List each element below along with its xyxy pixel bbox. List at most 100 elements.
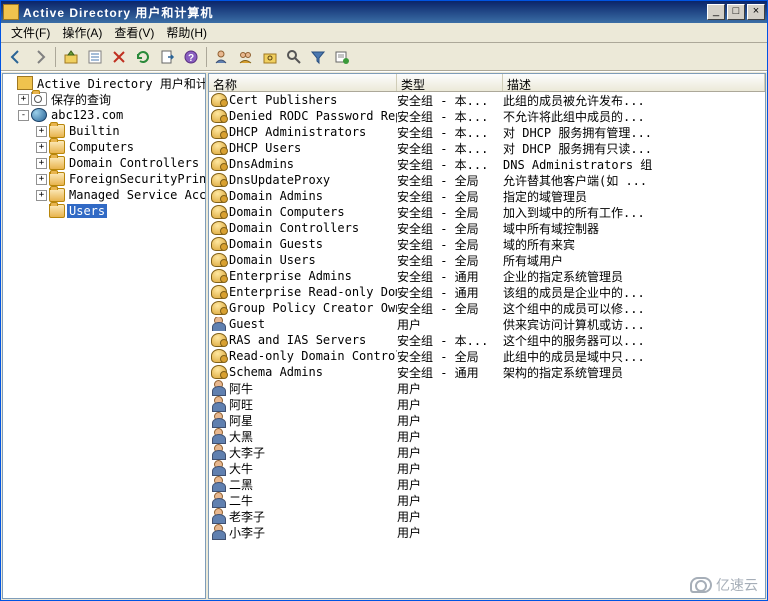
list-row[interactable]: Domain Controllers安全组 - 全局域中所有域控制器	[209, 220, 765, 236]
user-icon	[211, 509, 227, 523]
list-row[interactable]: Enterprise Read-only Dom...安全组 - 通用该组的成员…	[209, 284, 765, 300]
item-desc: 该组的成员是企业中的...	[503, 284, 765, 301]
app-icon	[3, 4, 19, 20]
list-body[interactable]: Cert Publishers安全组 - 本...此组的成员被允许发布...De…	[209, 92, 765, 598]
menu-view[interactable]: 查看(V)	[108, 23, 160, 42]
item-name: DnsUpdateProxy	[229, 173, 330, 187]
folder-icon	[49, 156, 65, 170]
item-type: 安全组 - 本...	[397, 124, 503, 141]
list-row[interactable]: Schema Admins安全组 - 通用架构的指定系统管理员	[209, 364, 765, 380]
list-row[interactable]: RAS and IAS Servers安全组 - 本...这个组中的服务器可以.…	[209, 332, 765, 348]
list-row[interactable]: Denied RODC Password Rep...安全组 - 本...不允许…	[209, 108, 765, 124]
list-row[interactable]: DHCP Administrators安全组 - 本...对 DHCP 服务拥有…	[209, 124, 765, 140]
item-name: Domain Admins	[229, 189, 323, 203]
group-icon	[211, 125, 227, 139]
item-name: DnsAdmins	[229, 157, 294, 171]
maximize-button[interactable]: □	[727, 4, 745, 20]
column-name[interactable]: 名称	[209, 74, 397, 91]
properties-button[interactable]	[84, 46, 106, 68]
refresh-button[interactable]	[132, 46, 154, 68]
list-row[interactable]: 大牛用户	[209, 460, 765, 476]
list-row[interactable]: Group Policy Creator Owners安全组 - 全局这个组中的…	[209, 300, 765, 316]
new-user-button[interactable]	[211, 46, 233, 68]
new-group-button[interactable]	[235, 46, 257, 68]
back-button[interactable]	[5, 46, 27, 68]
column-desc[interactable]: 描述	[503, 74, 765, 91]
list-row[interactable]: Cert Publishers安全组 - 本...此组的成员被允许发布...	[209, 92, 765, 108]
list-pane: 名称 类型 描述 Cert Publishers安全组 - 本...此组的成员被…	[208, 73, 766, 599]
tree-saved-queries[interactable]: + 保存的查询	[4, 91, 204, 107]
item-type: 安全组 - 全局	[397, 204, 503, 221]
item-name: 二牛	[229, 492, 253, 509]
list-row[interactable]: 二牛用户	[209, 492, 765, 508]
menu-action[interactable]: 操作(A)	[56, 23, 108, 42]
up-button[interactable]	[60, 46, 82, 68]
tree-pane[interactable]: Active Directory 用户和计算机 + 保存的查询 - abc123…	[2, 73, 206, 599]
add-query-button[interactable]	[331, 46, 353, 68]
list-row[interactable]: DHCP Users安全组 - 本...对 DHCP 服务拥有只读...	[209, 140, 765, 156]
tree-item[interactable]: +Builtin	[4, 123, 204, 139]
folder-icon	[49, 204, 65, 218]
item-type: 安全组 - 本...	[397, 92, 503, 109]
list-row[interactable]: Domain Users安全组 - 全局所有域用户	[209, 252, 765, 268]
item-desc: 域中所有域控制器	[503, 220, 765, 237]
group-icon	[211, 301, 227, 315]
tree-item[interactable]: +Domain Controllers	[4, 155, 204, 171]
item-desc: 此组的成员被允许发布...	[503, 92, 765, 109]
delete-button[interactable]	[108, 46, 130, 68]
find-button[interactable]	[283, 46, 305, 68]
item-type: 安全组 - 全局	[397, 300, 503, 317]
tree-domain[interactable]: - abc123.com	[4, 107, 204, 123]
list-row[interactable]: 大黑用户	[209, 428, 765, 444]
item-desc: 对 DHCP 服务拥有只读...	[503, 140, 765, 157]
list-row[interactable]: Domain Computers安全组 - 全局加入到域中的所有工作...	[209, 204, 765, 220]
user-icon	[211, 493, 227, 507]
tree-item[interactable]: Users	[4, 203, 204, 219]
tree-item-label: Users	[67, 204, 107, 218]
list-row[interactable]: 阿牛用户	[209, 380, 765, 396]
user-icon	[211, 477, 227, 491]
list-row[interactable]: 二黑用户	[209, 476, 765, 492]
item-name: 大黑	[229, 428, 253, 445]
group-icon	[211, 285, 227, 299]
item-name: Guest	[229, 317, 265, 331]
close-button[interactable]: ×	[747, 4, 765, 20]
column-type[interactable]: 类型	[397, 74, 503, 91]
list-row[interactable]: Enterprise Admins安全组 - 通用企业的指定系统管理员	[209, 268, 765, 284]
group-icon	[211, 93, 227, 107]
menu-help[interactable]: 帮助(H)	[160, 23, 213, 42]
list-row[interactable]: DnsUpdateProxy安全组 - 全局允许替其他客户端(如 ...	[209, 172, 765, 188]
help-button[interactable]: ?	[180, 46, 202, 68]
item-name: 阿星	[229, 412, 253, 429]
list-row[interactable]: 小李子用户	[209, 524, 765, 540]
folder-icon	[49, 172, 65, 186]
item-name: 阿旺	[229, 396, 253, 413]
item-desc: DNS Administrators 组	[503, 156, 765, 173]
list-row[interactable]: 大李子用户	[209, 444, 765, 460]
tree-item[interactable]: +Computers	[4, 139, 204, 155]
item-name: Group Policy Creator Owners	[229, 301, 397, 315]
list-row[interactable]: Domain Admins安全组 - 全局指定的域管理员	[209, 188, 765, 204]
list-row[interactable]: Read-only Domain Control...安全组 - 全局此组中的成…	[209, 348, 765, 364]
menu-file[interactable]: 文件(F)	[5, 23, 56, 42]
item-name: Enterprise Read-only Dom...	[229, 285, 397, 299]
tree-item[interactable]: +ForeignSecurityPrincipals	[4, 171, 204, 187]
item-desc: 企业的指定系统管理员	[503, 268, 765, 285]
export-button[interactable]	[156, 46, 178, 68]
forward-button[interactable]	[29, 46, 51, 68]
list-row[interactable]: DnsAdmins安全组 - 本...DNS Administrators 组	[209, 156, 765, 172]
list-row[interactable]: 阿旺用户	[209, 396, 765, 412]
group-icon	[211, 189, 227, 203]
tree-root[interactable]: Active Directory 用户和计算机	[4, 75, 204, 91]
filter-button[interactable]	[307, 46, 329, 68]
item-type: 用户	[397, 316, 503, 333]
new-ou-button[interactable]	[259, 46, 281, 68]
list-row[interactable]: Domain Guests安全组 - 全局域的所有来宾	[209, 236, 765, 252]
list-row[interactable]: 阿星用户	[209, 412, 765, 428]
list-row[interactable]: Guest用户供来宾访问计算机或访...	[209, 316, 765, 332]
minimize-button[interactable]: _	[707, 4, 725, 20]
titlebar[interactable]: Active Directory 用户和计算机 _ □ ×	[1, 1, 767, 23]
tree-item[interactable]: +Managed Service Accounts	[4, 187, 204, 203]
item-desc: 所有域用户	[503, 252, 765, 269]
list-row[interactable]: 老李子用户	[209, 508, 765, 524]
